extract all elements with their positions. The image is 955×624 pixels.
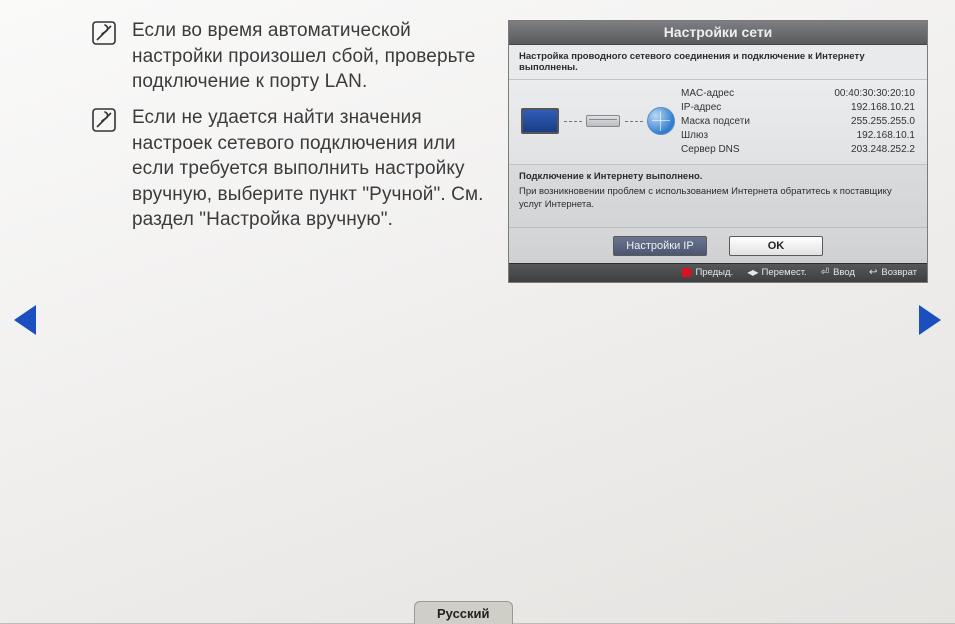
arrows-icon	[747, 267, 757, 278]
panel-title: Настройки сети	[509, 21, 927, 45]
row-label: IP-адрес	[681, 102, 721, 113]
connection-line-icon	[625, 121, 643, 122]
language-tab[interactable]: Русский	[414, 601, 513, 624]
next-page-arrow[interactable]	[919, 305, 941, 335]
row-value: 192.168.10.1	[857, 130, 915, 141]
footer-move-label: Перемест.	[762, 267, 807, 278]
enter-icon	[821, 267, 829, 278]
connection-line-icon	[564, 121, 582, 122]
row-value: 255.255.255.0	[851, 116, 915, 127]
ip-settings-button[interactable]: Настройки IP	[613, 236, 707, 256]
network-settings-panel: Настройки сети Настройка проводного сете…	[508, 20, 928, 283]
row-label: Шлюз	[681, 130, 708, 141]
table-row: Маска подсети 255.255.255.0	[681, 114, 915, 128]
return-icon	[869, 267, 877, 278]
router-icon	[586, 115, 620, 127]
footer-prev: Предыд.	[682, 267, 733, 278]
row-value: 192.168.10.21	[851, 102, 915, 113]
red-key-icon	[682, 268, 691, 277]
globe-icon	[647, 107, 675, 135]
note-icon	[92, 108, 118, 132]
footer-return: Возврат	[869, 267, 917, 278]
footer-return-label: Возврат	[881, 267, 917, 278]
note-1-text: Если во время автоматической настройки п…	[132, 18, 487, 95]
prev-page-arrow[interactable]	[14, 305, 36, 335]
note-2: Если не удается найти значения настроек …	[92, 105, 487, 233]
row-value: 00:40:30:30:20:10	[834, 88, 915, 99]
footer-enter-label: Ввод	[833, 267, 855, 278]
network-table: MAC-адрес 00:40:30:30:20:10 IP-адрес 192…	[681, 86, 915, 156]
tv-icon	[521, 108, 559, 134]
note-2-text: Если не удается найти значения настроек …	[132, 105, 487, 233]
panel-footer: Предыд. Перемест. Ввод Возврат	[509, 263, 927, 282]
table-row: Шлюз 192.168.10.1	[681, 128, 915, 142]
table-row: Сервер DNS 203.248.252.2	[681, 142, 915, 156]
panel-message-ok: Подключение к Интернету выполнено.	[519, 171, 917, 184]
row-label: Сервер DNS	[681, 144, 740, 155]
panel-message: Подключение к Интернету выполнено. При в…	[509, 165, 927, 227]
row-label: MAC-адрес	[681, 88, 734, 99]
note-1: Если во время автоматической настройки п…	[92, 18, 487, 95]
footer-move: Перемест.	[747, 267, 807, 278]
ok-button[interactable]: OK	[729, 236, 823, 256]
connection-diagram	[521, 86, 681, 156]
table-row: MAC-адрес 00:40:30:30:20:10	[681, 86, 915, 100]
footer-prev-label: Предыд.	[695, 267, 733, 278]
row-value: 203.248.252.2	[851, 144, 915, 155]
panel-status: Настройка проводного сетевого соединения…	[509, 45, 927, 80]
panel-message-help: При возникновении проблем с использовани…	[519, 186, 917, 212]
row-label: Маска подсети	[681, 116, 750, 127]
footer-enter: Ввод	[821, 267, 855, 278]
table-row: IP-адрес 192.168.10.21	[681, 100, 915, 114]
note-icon	[92, 21, 118, 45]
